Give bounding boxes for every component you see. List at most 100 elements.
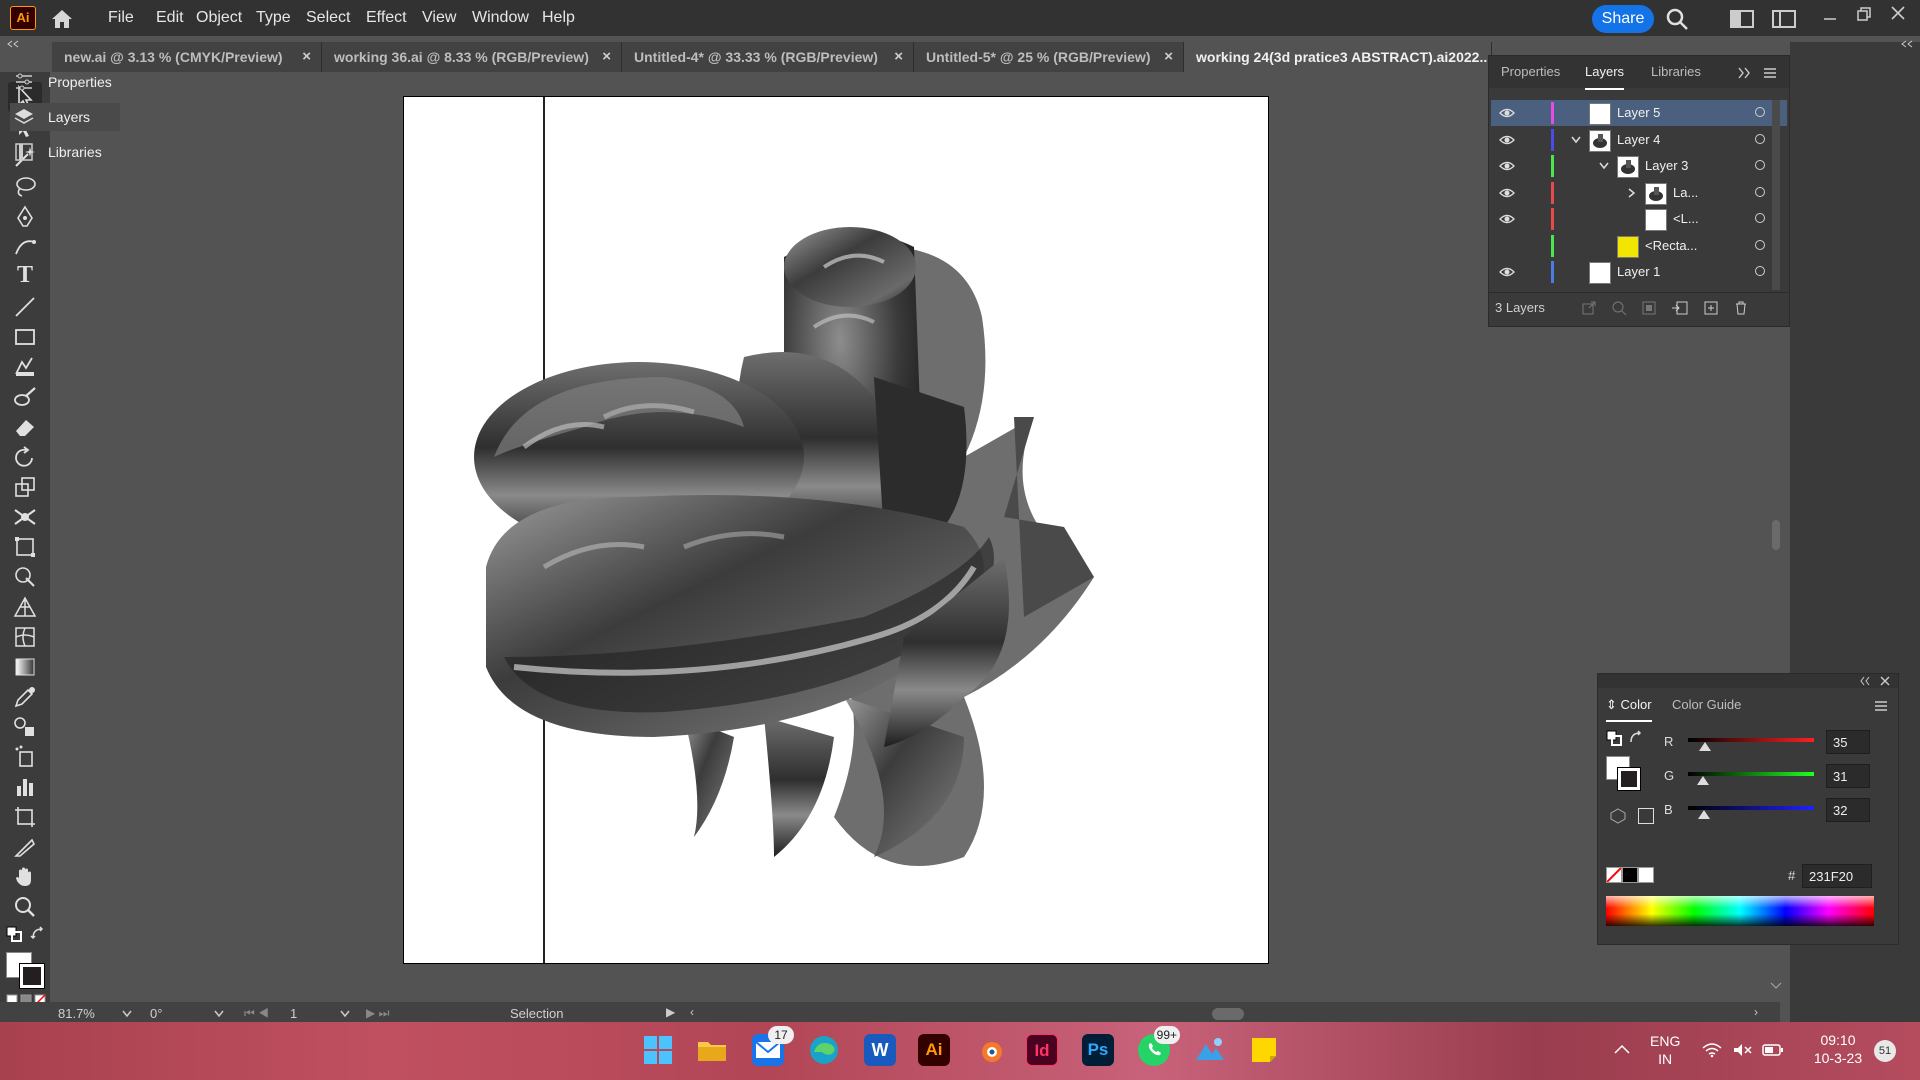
tab-close-icon[interactable]: × xyxy=(894,42,903,72)
blend-tool-icon[interactable] xyxy=(12,714,38,740)
web-safe-swatch[interactable] xyxy=(1638,808,1654,824)
stroke-swatch[interactable] xyxy=(20,964,44,988)
document-tab[interactable]: Untitled-4* @ 33.33 % (RGB/Preview) × xyxy=(622,42,914,72)
dock-properties[interactable]: Properties xyxy=(10,68,120,96)
collapse-panel-icon[interactable] xyxy=(6,40,20,48)
shaper-tool-icon[interactable] xyxy=(12,354,38,380)
visibility-eye-icon[interactable] xyxy=(1499,106,1515,120)
color-panel-menu-icon[interactable] xyxy=(1874,700,1888,712)
layer-name[interactable]: Layer 4 xyxy=(1617,132,1660,147)
panel-menu-icon[interactable] xyxy=(1763,67,1777,79)
pen-tool-icon[interactable] xyxy=(12,204,38,230)
rotation-field[interactable]: 0° xyxy=(150,1006,210,1022)
menu-object[interactable]: Object xyxy=(188,0,250,36)
target-circle-icon[interactable] xyxy=(1755,107,1765,117)
photos-app-icon[interactable] xyxy=(1194,1034,1226,1066)
channel-slider-thumb[interactable] xyxy=(1697,810,1710,819)
zoom-dropdown-icon[interactable] xyxy=(122,1010,132,1018)
gradient-tool-icon[interactable] xyxy=(12,654,38,680)
workspace-switcher-icon[interactable] xyxy=(1772,10,1796,28)
close-window-icon[interactable] xyxy=(1890,5,1906,21)
dock-layers[interactable]: Layers xyxy=(10,103,120,131)
none-swatch[interactable] xyxy=(1606,867,1622,883)
scroll-right-icon[interactable]: › xyxy=(1754,1005,1758,1019)
channel-value-input[interactable]: 31 xyxy=(1826,764,1870,788)
rotation-dropdown-icon[interactable] xyxy=(214,1010,224,1018)
collapse-dock-icon[interactable] xyxy=(1900,40,1914,48)
clock[interactable]: 09:10 10-3-23 xyxy=(1808,1031,1868,1067)
menu-file[interactable]: File xyxy=(100,0,142,36)
notification-count[interactable]: 51 xyxy=(1874,1040,1896,1062)
eyedropper-tool-icon[interactable] xyxy=(12,684,38,710)
tab-color-guide[interactable]: Color Guide xyxy=(1672,690,1741,720)
black-swatch[interactable] xyxy=(1622,867,1638,883)
layer-name[interactable]: Layer 5 xyxy=(1617,105,1660,120)
artboard-next-nav[interactable]: ▶ ⏭ xyxy=(366,1006,406,1022)
lasso-tool-icon[interactable] xyxy=(12,174,38,200)
abstract-3d-artwork[interactable] xyxy=(404,97,1268,963)
out-of-gamut-icon[interactable] xyxy=(1610,808,1626,824)
layer-row[interactable]: Layer 3 xyxy=(1491,153,1787,179)
hand-tool-icon[interactable] xyxy=(12,864,38,890)
tab-close-icon[interactable]: × xyxy=(602,42,611,72)
whatsapp-icon[interactable]: 99+ xyxy=(1138,1026,1180,1066)
document-tab[interactable]: Untitled-5* @ 25 % (RGB/Preview) × xyxy=(914,42,1184,72)
hex-input[interactable]: 231F20 xyxy=(1802,864,1872,888)
line-segment-tool-icon[interactable] xyxy=(12,294,38,320)
locate-object-icon[interactable] xyxy=(1611,300,1627,316)
layer-row[interactable]: Layer 4 xyxy=(1491,127,1787,153)
default-colors-icon[interactable] xyxy=(1606,730,1622,746)
tab-color[interactable]: ⇕ Color xyxy=(1606,690,1652,722)
collapse-color-panel-icon[interactable] xyxy=(1860,676,1870,686)
restore-icon[interactable] xyxy=(1856,6,1872,22)
target-circle-icon[interactable] xyxy=(1755,186,1765,197)
visibility-off-slot[interactable] xyxy=(1499,239,1515,253)
illustrator-taskbar-icon[interactable]: Ai xyxy=(918,1034,950,1066)
color-stroke-swatch[interactable] xyxy=(1618,768,1640,790)
color-spectrum[interactable] xyxy=(1606,896,1874,926)
swap-colors-icon[interactable] xyxy=(1628,730,1644,746)
menu-help[interactable]: Help xyxy=(534,0,583,36)
create-new-layer-icon[interactable] xyxy=(1703,300,1719,316)
symbol-sprayer-tool-icon[interactable] xyxy=(12,744,38,770)
layer-row[interactable]: La... xyxy=(1491,180,1787,206)
volume-muted-icon[interactable] xyxy=(1732,1042,1752,1058)
chevron-down-icon[interactable] xyxy=(1571,135,1581,145)
zoom-field[interactable]: 81.7% xyxy=(58,1006,120,1022)
word-icon[interactable]: W xyxy=(864,1034,896,1066)
show-hidden-icons-icon[interactable] xyxy=(1614,1044,1630,1054)
canvas-vertical-scroll-thumb[interactable] xyxy=(1772,520,1780,550)
layer-row[interactable]: Layer 1 xyxy=(1491,259,1787,285)
status-menu-arrow[interactable]: ▶ xyxy=(666,1005,675,1019)
battery-icon[interactable] xyxy=(1762,1043,1784,1057)
wifi-icon[interactable] xyxy=(1702,1042,1722,1058)
export-icon[interactable] xyxy=(1581,300,1597,316)
perspective-grid-tool-icon[interactable] xyxy=(12,594,38,620)
indesign-icon[interactable]: Id xyxy=(1026,1034,1058,1066)
slice-tool-icon[interactable] xyxy=(12,834,38,860)
artboard-number-field[interactable]: 1 xyxy=(290,1006,330,1022)
visibility-eye-icon[interactable] xyxy=(1499,133,1515,147)
menu-select[interactable]: Select xyxy=(298,0,358,36)
document-tab[interactable]: working 24(3d pratice3 ABSTRACT).ai2022.… xyxy=(1184,42,1492,72)
home-icon[interactable] xyxy=(50,8,74,30)
share-button[interactable]: Share xyxy=(1592,5,1654,33)
scroll-left-icon[interactable]: ‹ xyxy=(690,1005,694,1019)
default-fill-stroke-icon[interactable] xyxy=(6,926,22,942)
target-circle-icon[interactable] xyxy=(1755,133,1765,144)
minimize-icon[interactable] xyxy=(1822,10,1838,26)
create-sublayer-icon[interactable] xyxy=(1671,300,1689,316)
tab-close-icon[interactable]: × xyxy=(1164,42,1173,72)
horizontal-scroll-thumb[interactable] xyxy=(1212,1008,1244,1020)
channel-slider-thumb[interactable] xyxy=(1699,742,1712,751)
visibility-eye-icon[interactable] xyxy=(1499,159,1515,173)
menu-effect[interactable]: Effect xyxy=(358,0,415,36)
close-color-panel-icon[interactable] xyxy=(1880,676,1890,686)
tab-layers[interactable]: Layers xyxy=(1585,56,1625,90)
edge-browser-icon[interactable] xyxy=(808,1034,840,1066)
sticky-notes-icon[interactable] xyxy=(1248,1034,1280,1066)
tab-close-icon[interactable]: × xyxy=(302,42,311,72)
channel-slider-thumb[interactable] xyxy=(1697,776,1710,785)
layer-name[interactable]: <L... xyxy=(1673,211,1699,226)
layer-row[interactable]: <L... xyxy=(1491,206,1787,232)
